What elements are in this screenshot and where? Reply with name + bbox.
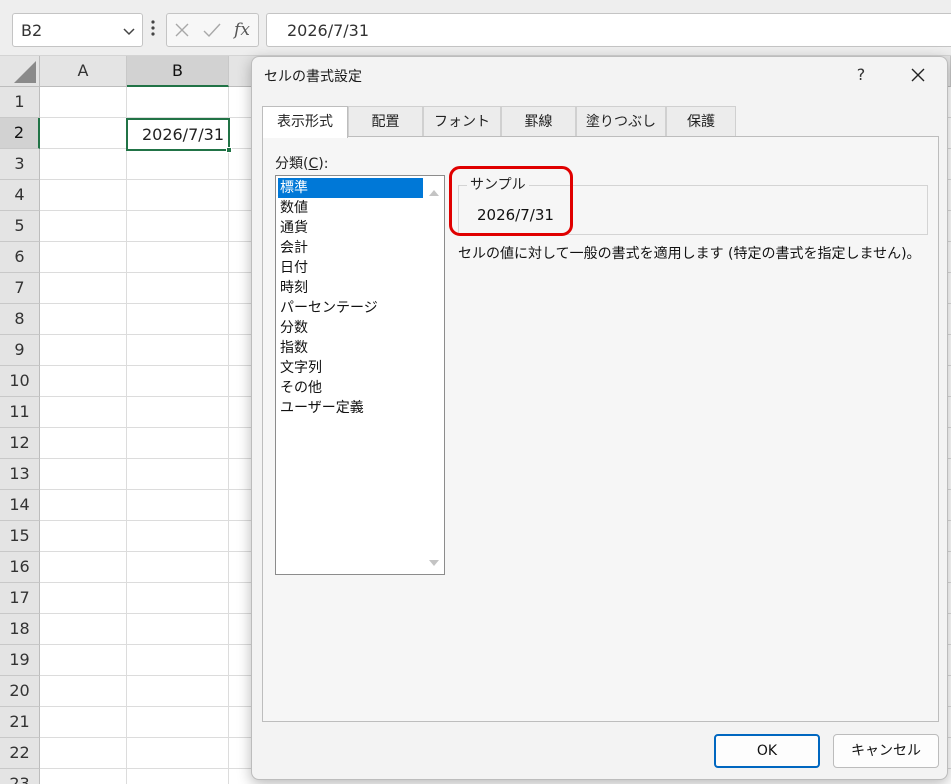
ok-button[interactable]: OK xyxy=(714,734,820,768)
row-header-12[interactable]: 12 xyxy=(0,428,40,459)
category-item[interactable]: 時刻 xyxy=(278,278,423,298)
row-header-2[interactable]: 2 xyxy=(0,118,40,149)
category-item[interactable]: ユーザー定義 xyxy=(278,398,423,418)
row-header-7[interactable]: 7 xyxy=(0,273,40,304)
active-cell-value: 2026/7/31 xyxy=(141,125,224,144)
row-header-4[interactable]: 4 xyxy=(0,180,40,211)
category-listbox[interactable]: 標準 数値 通貨 会計 日付 時刻 パーセンテージ 分数 指数 文字列 その他 ユーザー定義 xyxy=(275,175,445,575)
category-label-prefix: 分類( xyxy=(275,156,309,172)
row-header-15[interactable]: 15 xyxy=(0,521,40,552)
column-header-b[interactable]: B xyxy=(127,56,229,87)
name-box[interactable]: B2 xyxy=(12,13,143,47)
row-header-1[interactable]: 1 xyxy=(0,87,40,118)
category-item[interactable]: その他 xyxy=(278,378,423,398)
tab-alignment[interactable]: 配置 xyxy=(348,106,423,136)
row-header-14[interactable]: 14 xyxy=(0,490,40,521)
format-description: セルの値に対して一般の書式を適用します (特定の書式を指定しません)。 xyxy=(458,246,921,262)
category-item[interactable]: 会計 xyxy=(278,238,423,258)
formula-value: 2026/7/31 xyxy=(287,21,370,40)
row-header-9[interactable]: 9 xyxy=(0,335,40,366)
chevron-down-icon[interactable] xyxy=(122,24,136,38)
fx-icon[interactable]: fx xyxy=(229,14,255,46)
category-item[interactable]: 文字列 xyxy=(278,358,423,378)
scroll-up-icon[interactable] xyxy=(428,186,440,196)
tab-border[interactable]: 罫線 xyxy=(501,106,576,136)
active-cell-b2[interactable]: 2026/7/31 xyxy=(126,118,232,153)
tab-fill[interactable]: 塗りつぶし xyxy=(576,106,666,136)
row-header-3[interactable]: 3 xyxy=(0,149,40,180)
more-vertical-icon[interactable] xyxy=(150,19,156,37)
help-button[interactable]: ? xyxy=(849,63,873,87)
fill-handle[interactable] xyxy=(226,147,232,153)
row-header-16[interactable]: 16 xyxy=(0,552,40,583)
select-all-corner[interactable] xyxy=(0,56,40,87)
category-label: 分類(C): xyxy=(275,153,328,173)
row-header-6[interactable]: 6 xyxy=(0,242,40,273)
row-header-19[interactable]: 19 xyxy=(0,645,40,676)
row-header-20[interactable]: 20 xyxy=(0,676,40,707)
formula-input[interactable]: 2026/7/31 xyxy=(266,13,951,47)
name-box-value: B2 xyxy=(21,21,43,40)
red-highlight-annotation xyxy=(449,166,573,236)
number-tab-panel: 分類(C): 標準 数値 通貨 会計 日付 時刻 パーセンテージ 分数 指数 文字列 その他 ユーザー… xyxy=(262,136,939,722)
category-item[interactable]: パーセンテージ xyxy=(278,298,423,318)
scroll-down-icon[interactable] xyxy=(428,556,440,566)
formula-tools: fx xyxy=(166,13,259,47)
row-header-18[interactable]: 18 xyxy=(0,614,40,645)
tab-number[interactable]: 表示形式 xyxy=(262,106,348,138)
close-icon[interactable] xyxy=(904,63,932,87)
category-item[interactable]: 分数 xyxy=(278,318,423,338)
tab-protection[interactable]: 保護 xyxy=(666,106,736,136)
row-header-11[interactable]: 11 xyxy=(0,397,40,428)
category-item[interactable]: 標準 xyxy=(278,178,423,198)
row-header-8[interactable]: 8 xyxy=(0,304,40,335)
gridline xyxy=(126,87,127,784)
category-list: 標準 数値 通貨 会計 日付 時刻 パーセンテージ 分数 指数 文字列 その他 ユーザー定義 xyxy=(278,178,423,418)
category-label-accesskey: C xyxy=(308,156,319,172)
dialog-tabs: 表示形式 配置 フォント 罫線 塗りつぶし 保護 xyxy=(262,106,942,138)
row-header-21[interactable]: 21 xyxy=(0,707,40,738)
category-item[interactable]: 日付 xyxy=(278,258,423,278)
cancel-x-icon[interactable] xyxy=(169,14,195,46)
row-header-13[interactable]: 13 xyxy=(0,459,40,490)
category-scrollbar[interactable] xyxy=(424,176,444,574)
cancel-button[interactable]: キャンセル xyxy=(833,734,939,768)
category-item[interactable]: 指数 xyxy=(278,338,423,358)
gridline xyxy=(228,87,229,784)
formula-bar: B2 fx 2026/7/31 xyxy=(0,0,951,56)
row-header-5[interactable]: 5 xyxy=(0,211,40,242)
category-item[interactable]: 通貨 xyxy=(278,218,423,238)
format-cells-dialog: セルの書式設定 ? 表示形式 配置 フォント 罫線 塗りつぶし 保護 分類(C)… xyxy=(251,56,948,780)
column-header-a[interactable]: A xyxy=(40,56,127,87)
row-header-23[interactable]: 23 xyxy=(0,769,40,784)
row-header-10[interactable]: 10 xyxy=(0,366,40,397)
tab-font[interactable]: フォント xyxy=(423,106,501,136)
enter-check-icon[interactable] xyxy=(199,14,225,46)
dialog-title: セルの書式設定 xyxy=(264,69,362,85)
category-label-suffix: ): xyxy=(318,156,329,172)
row-header-17[interactable]: 17 xyxy=(0,583,40,614)
category-item[interactable]: 数値 xyxy=(278,198,423,218)
row-header-22[interactable]: 22 xyxy=(0,738,40,769)
row-headers: 1 2 3 4 5 6 7 8 9 10 11 12 13 14 15 16 17 18 19 20 21 22 23 xyxy=(0,87,40,784)
